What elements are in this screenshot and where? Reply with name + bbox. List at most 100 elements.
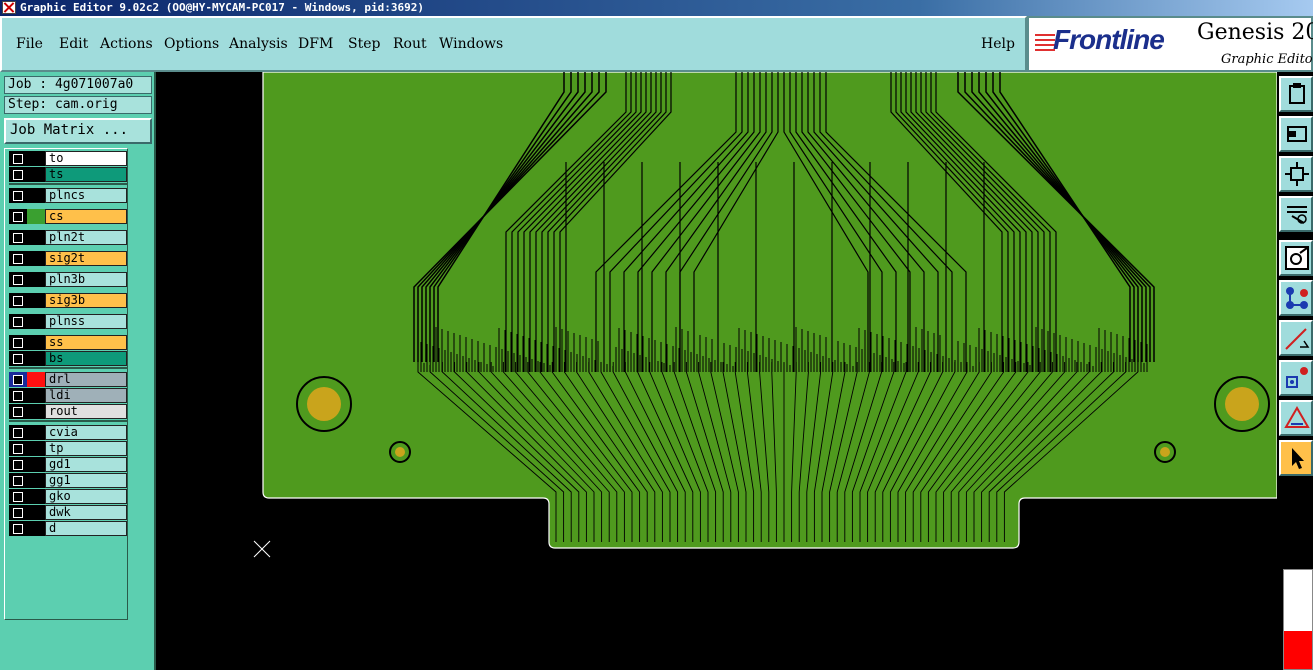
- layer-checkbox[interactable]: [9, 293, 27, 308]
- camera-icon[interactable]: [1279, 240, 1313, 276]
- fit-screen-icon[interactable]: [1279, 156, 1313, 192]
- layer-color-swatch[interactable]: [27, 473, 45, 488]
- layer-color-swatch[interactable]: [27, 314, 45, 329]
- pcb-view[interactable]: [156, 72, 1277, 670]
- layer-name[interactable]: pln3b: [45, 272, 127, 287]
- layer-row[interactable]: ts: [9, 167, 127, 182]
- layer-color-swatch[interactable]: [27, 457, 45, 472]
- layer-row[interactable]: tp: [9, 441, 127, 456]
- layer-checkbox[interactable]: [9, 457, 27, 472]
- layer-row[interactable]: pln3b: [9, 272, 127, 287]
- layer-name[interactable]: gko: [45, 489, 127, 504]
- menu-rout[interactable]: Rout: [393, 36, 427, 52]
- layer-row[interactable]: sig2t: [9, 251, 127, 266]
- layer-name[interactable]: ss: [45, 335, 127, 350]
- layer-checkbox[interactable]: [9, 151, 27, 166]
- layer-name[interactable]: sig2t: [45, 251, 127, 266]
- layer-row[interactable]: cs: [9, 209, 127, 224]
- layer-row[interactable]: ldi: [9, 388, 127, 403]
- layer-checkbox[interactable]: [9, 372, 27, 387]
- layer-name[interactable]: d: [45, 521, 127, 536]
- layer-checkbox[interactable]: [9, 167, 27, 182]
- layer-checkbox[interactable]: [9, 489, 27, 504]
- layer-name[interactable]: cvia: [45, 425, 127, 440]
- layer-name[interactable]: bs: [45, 351, 127, 366]
- layer-color-swatch[interactable]: [27, 293, 45, 308]
- layer-checkbox[interactable]: [9, 314, 27, 329]
- menu-windows[interactable]: Windows: [439, 36, 503, 52]
- pointer-icon[interactable]: [1279, 440, 1313, 476]
- layer-color-swatch[interactable]: [27, 272, 45, 287]
- layer-name[interactable]: rout: [45, 404, 127, 419]
- layer-name[interactable]: plncs: [45, 188, 127, 203]
- layer-name[interactable]: plnss: [45, 314, 127, 329]
- measure-icon[interactable]: [1279, 320, 1313, 356]
- layer-name[interactable]: tp: [45, 441, 127, 456]
- layer-checkbox[interactable]: [9, 425, 27, 440]
- layer-color-swatch[interactable]: [27, 209, 45, 224]
- layer-color-swatch[interactable]: [27, 425, 45, 440]
- layer-color-swatch[interactable]: [27, 505, 45, 520]
- job-matrix-button[interactable]: Job Matrix ...: [4, 118, 152, 144]
- layer-row[interactable]: d: [9, 521, 127, 536]
- feature-icon[interactable]: [1279, 360, 1313, 396]
- layer-name[interactable]: ldi: [45, 388, 127, 403]
- menu-analysis[interactable]: Analysis: [229, 36, 288, 52]
- layer-name[interactable]: cs: [45, 209, 127, 224]
- layer-checkbox[interactable]: [9, 521, 27, 536]
- layer-row[interactable]: rout: [9, 404, 127, 419]
- layer-name[interactable]: dwk: [45, 505, 127, 520]
- menu-edit[interactable]: Edit: [59, 36, 88, 52]
- layer-color-swatch[interactable]: [27, 521, 45, 536]
- layer-checkbox[interactable]: [9, 404, 27, 419]
- layer-color-swatch[interactable]: [27, 351, 45, 366]
- menu-step[interactable]: Step: [348, 36, 380, 52]
- layer-color-swatch[interactable]: [27, 388, 45, 403]
- layer-name[interactable]: sig3b: [45, 293, 127, 308]
- menu-dfm[interactable]: DFM: [298, 36, 333, 52]
- layer-color-swatch[interactable]: [27, 489, 45, 504]
- layer-row[interactable]: ss: [9, 335, 127, 350]
- layer-row[interactable]: dwk: [9, 505, 127, 520]
- layer-checkbox[interactable]: [9, 272, 27, 287]
- layer-checkbox[interactable]: [9, 351, 27, 366]
- layer-row[interactable]: bs: [9, 351, 127, 366]
- layer-name[interactable]: drl: [45, 372, 127, 387]
- layer-row[interactable]: drl: [9, 372, 127, 387]
- layer-checkbox[interactable]: [9, 209, 27, 224]
- layer-color-swatch[interactable]: [27, 167, 45, 182]
- menu-options[interactable]: Options: [164, 36, 219, 52]
- layer-row[interactable]: plnss: [9, 314, 127, 329]
- layer-row[interactable]: sig3b: [9, 293, 127, 308]
- layer-color-swatch[interactable]: [27, 441, 45, 456]
- layer-checkbox[interactable]: [9, 473, 27, 488]
- layer-checkbox[interactable]: [9, 188, 27, 203]
- layer-row[interactable]: pln2t: [9, 230, 127, 245]
- layer-name[interactable]: gd1: [45, 457, 127, 472]
- layer-color-swatch[interactable]: [27, 251, 45, 266]
- layer-row[interactable]: cvia: [9, 425, 127, 440]
- menu-actions[interactable]: Actions: [100, 36, 153, 52]
- layer-row[interactable]: gd1: [9, 457, 127, 472]
- graphic-canvas[interactable]: [156, 72, 1277, 670]
- menu-help[interactable]: Help: [981, 36, 1015, 52]
- layer-checkbox[interactable]: [9, 230, 27, 245]
- layer-name[interactable]: pln2t: [45, 230, 127, 245]
- layer-row[interactable]: gko: [9, 489, 127, 504]
- layer-checkbox[interactable]: [9, 251, 27, 266]
- layer-color-swatch[interactable]: [27, 151, 45, 166]
- layer-row[interactable]: plncs: [9, 188, 127, 203]
- layer-color-swatch[interactable]: [27, 372, 45, 387]
- layer-color-swatch[interactable]: [27, 230, 45, 245]
- layer-scrollbar[interactable]: [128, 148, 152, 668]
- menu-file[interactable]: File: [16, 36, 43, 52]
- layer-checkbox[interactable]: [9, 335, 27, 350]
- layer-row[interactable]: to: [9, 151, 127, 166]
- window-icon[interactable]: [1279, 116, 1313, 152]
- layer-checkbox[interactable]: [9, 441, 27, 456]
- layer-name[interactable]: ts: [45, 167, 127, 182]
- layer-checkbox[interactable]: [9, 505, 27, 520]
- layer-checkbox[interactable]: [9, 388, 27, 403]
- layer-name[interactable]: to: [45, 151, 127, 166]
- layer-color-swatch[interactable]: [27, 335, 45, 350]
